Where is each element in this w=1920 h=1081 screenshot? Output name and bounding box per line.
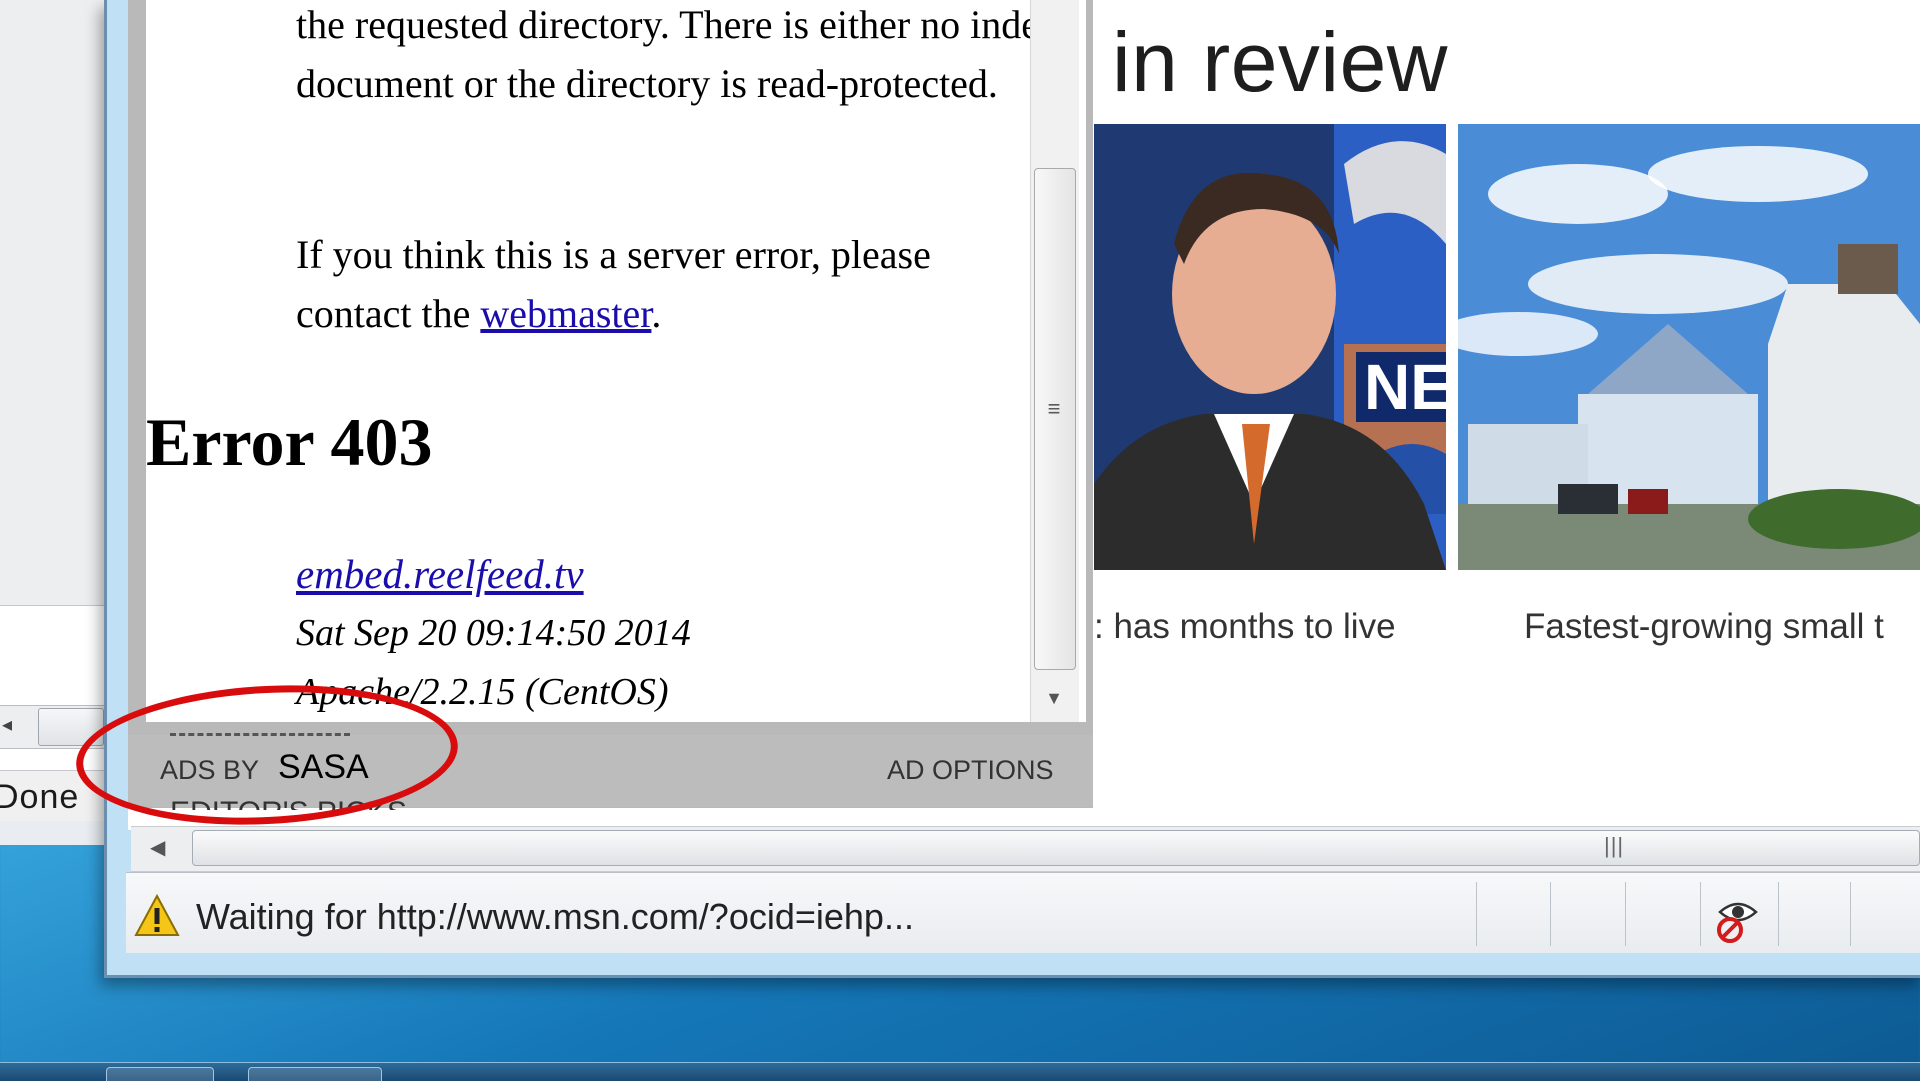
error-contact-paragraph: If you think this is a server error, ple… xyxy=(296,225,1056,343)
section-heading: in review xyxy=(1112,15,1448,109)
privacy-blocked-icon[interactable] xyxy=(1710,890,1766,946)
status-separator xyxy=(1476,882,1477,946)
error-contact-suffix: . xyxy=(651,291,662,336)
host-link[interactable]: embed.reelfeed.tv xyxy=(296,550,584,598)
news-photo-town[interactable] xyxy=(1458,124,1920,570)
status-text: Waiting for http://www.msn.com/?ocid=ieh… xyxy=(196,896,914,937)
status-separator xyxy=(1850,882,1851,946)
webmaster-link[interactable]: webmaster xyxy=(480,291,651,336)
news-caption[interactable]: : has months to live xyxy=(1094,607,1396,647)
news-photo-town-image xyxy=(1458,124,1920,570)
error-title: Error 403 xyxy=(146,404,433,480)
svg-text:NE: NE xyxy=(1364,351,1446,423)
error-page: the requested directory. There is either… xyxy=(146,0,1086,722)
taskbar-button[interactable] xyxy=(248,1067,382,1081)
news-caption[interactable]: Fastest-growing small t xyxy=(1524,607,1884,647)
error-message-paragraph: the requested directory. There is either… xyxy=(296,2,1060,106)
news-photo-man-image: NE xyxy=(1094,124,1446,570)
error-date: Sat Sep 20 09:14:50 2014 xyxy=(296,612,691,654)
warning-icon xyxy=(134,893,180,939)
ad-options-link[interactable]: AD OPTIONS xyxy=(887,755,1054,786)
background-window-status-text: Done xyxy=(0,778,80,816)
status-separator xyxy=(1778,882,1779,946)
grip-icon: ||| xyxy=(1604,833,1625,858)
news-photo-man[interactable]: NE xyxy=(1094,124,1446,570)
background-window-content xyxy=(0,0,104,606)
status-separator xyxy=(1625,882,1626,946)
status-separator xyxy=(1700,882,1701,946)
grip-icon: ≡ xyxy=(1047,396,1061,421)
scroll-left-arrow-icon[interactable]: ◂ xyxy=(2,712,20,738)
scroll-down-arrow-icon[interactable]: ▼ xyxy=(1038,688,1070,712)
scroll-left-arrow-icon[interactable]: ◀ xyxy=(150,832,172,864)
taskbar-button[interactable] xyxy=(106,1067,214,1081)
page-hscroll-thumb[interactable] xyxy=(192,830,1920,866)
status-separator xyxy=(1550,882,1551,946)
